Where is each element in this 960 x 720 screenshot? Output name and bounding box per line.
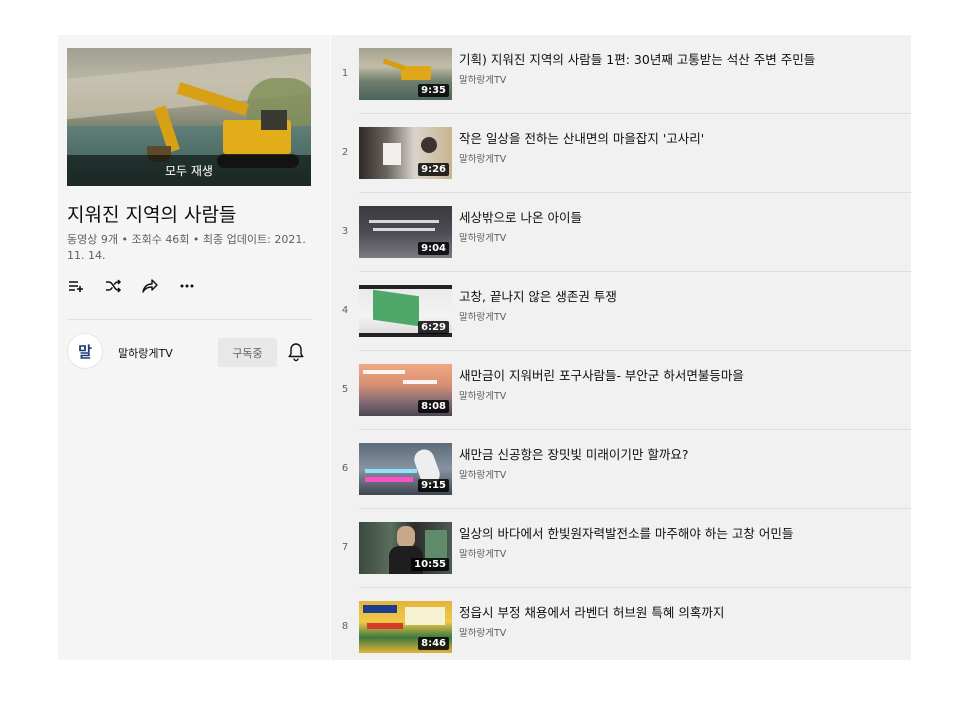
add-to-queue-icon[interactable] — [67, 277, 85, 295]
video-duration: 9:15 — [418, 479, 449, 492]
playlist-meta-line: 동영상 9개 • 조회수 46회 • 최종 업데이트: 2021. — [67, 233, 306, 246]
share-icon[interactable] — [141, 277, 159, 295]
subscribed-label: 구독중 — [232, 346, 263, 360]
video-title[interactable]: 작은 일상을 전하는 산내면의 마을잡지 '고사리' — [459, 128, 899, 147]
video-channel[interactable]: 말하랑게TV — [459, 309, 506, 323]
video-thumbnail[interactable]: 9:04 — [359, 206, 452, 258]
video-index: 7 — [341, 542, 349, 553]
video-index: 3 — [341, 226, 349, 237]
video-duration: 8:46 — [418, 637, 449, 650]
video-index: 1 — [341, 68, 349, 79]
video-index: 2 — [341, 147, 349, 158]
video-duration: 8:08 — [418, 400, 449, 413]
video-row[interactable]: 7 10:55 일상의 바다에서 한빛원자력발전소를 마주해야 하는 고창 어민… — [331, 509, 911, 588]
video-channel[interactable]: 말하랑게TV — [459, 151, 506, 165]
video-title[interactable]: 고창, 끝나지 않은 생존권 투쟁 — [459, 286, 899, 305]
video-index: 6 — [341, 463, 349, 474]
video-thumbnail[interactable]: 8:46 — [359, 601, 452, 653]
video-row[interactable]: 5 8:08 새만금이 지워버린 포구사람들- 부안군 하서면불등마을 말하랑게… — [331, 351, 911, 430]
video-channel[interactable]: 말하랑게TV — [459, 467, 506, 481]
video-row[interactable]: 4 6:29 고창, 끝나지 않은 생존권 투쟁 말하랑게TV — [331, 272, 911, 351]
video-title[interactable]: 기획) 지워진 지역의 사람들 1편: 30년째 고통받는 석산 주변 주민들 — [459, 49, 899, 68]
excavator-art — [261, 110, 287, 130]
video-thumbnail[interactable]: 9:35 — [359, 48, 452, 100]
divider — [67, 319, 312, 320]
video-thumbnail[interactable]: 10:55 — [359, 522, 452, 574]
video-channel[interactable]: 말하랑게TV — [459, 546, 506, 560]
video-thumbnail[interactable]: 9:15 — [359, 443, 452, 495]
video-title[interactable]: 정읍시 부정 채용에서 라벤더 허브원 특혜 의혹까지 — [459, 602, 899, 621]
video-row[interactable]: 2 9:26 작은 일상을 전하는 산내면의 마을잡지 '고사리' 말하랑게TV — [331, 114, 911, 193]
more-icon[interactable] — [178, 277, 196, 295]
playlist-meta-line: 11. 14. — [67, 249, 106, 262]
bell-icon[interactable] — [287, 342, 305, 362]
playlist-actions — [67, 277, 196, 295]
play-all-label: 모두 재생 — [165, 164, 213, 178]
video-channel[interactable]: 말하랑게TV — [459, 625, 506, 639]
video-row[interactable]: 6 9:15 새만금 신공항은 장밋빛 미래이기만 할까요? 말하랑게TV — [331, 430, 911, 509]
video-channel[interactable]: 말하랑게TV — [459, 388, 506, 402]
video-title[interactable]: 세상밖으로 나온 아이들 — [459, 207, 899, 226]
video-channel[interactable]: 말하랑게TV — [459, 230, 506, 244]
video-title[interactable]: 새만금 신공항은 장밋빛 미래이기만 할까요? — [459, 444, 899, 463]
shuffle-icon[interactable] — [104, 277, 122, 295]
video-row[interactable]: 3 9:04 세상밖으로 나온 아이들 말하랑게TV — [331, 193, 911, 272]
channel-avatar[interactable]: 말 — [67, 333, 103, 369]
video-title[interactable]: 일상의 바다에서 한빛원자력발전소를 마주해야 하는 고창 어민들 — [459, 523, 899, 542]
video-duration: 9:26 — [418, 163, 449, 176]
subscribed-button[interactable]: 구독중 — [218, 338, 277, 367]
video-thumbnail[interactable]: 8:08 — [359, 364, 452, 416]
video-row[interactable]: 1 9:35 기획) 지워진 지역의 사람들 1편: 30년째 고통받는 석산 … — [331, 35, 911, 114]
channel-avatar-text: 말 — [78, 342, 92, 361]
playlist-video-list: 1 9:35 기획) 지워진 지역의 사람들 1편: 30년째 고통받는 석산 … — [331, 35, 911, 660]
video-channel[interactable]: 말하랑게TV — [459, 72, 506, 86]
video-thumbnail[interactable]: 6:29 — [359, 285, 452, 337]
playlist-title: 지워진 지역의 사람들 — [67, 204, 237, 226]
video-index: 4 — [341, 305, 349, 316]
video-duration: 6:29 — [418, 321, 449, 334]
playlist-sidebar: 모두 재생 지워진 지역의 사람들 동영상 9개 • 조회수 46회 • 최종 … — [58, 35, 330, 660]
playlist-thumbnail[interactable]: 모두 재생 — [67, 48, 311, 186]
video-index: 8 — [341, 621, 349, 632]
video-thumbnail[interactable]: 9:26 — [359, 127, 452, 179]
play-all-button[interactable]: 모두 재생 — [67, 155, 311, 186]
video-duration: 9:04 — [418, 242, 449, 255]
video-row[interactable]: 8 8:46 정읍시 부정 채용에서 라벤더 허브원 특혜 의혹까지 말하랑게T… — [331, 588, 911, 660]
video-title[interactable]: 새만금이 지워버린 포구사람들- 부안군 하서면불등마을 — [459, 365, 899, 384]
video-duration: 9:35 — [418, 84, 449, 97]
channel-name[interactable]: 말하랑게TV — [118, 345, 173, 361]
playlist-meta: 동영상 9개 • 조회수 46회 • 최종 업데이트: 2021. 11. 14… — [67, 232, 317, 264]
video-index: 5 — [341, 384, 349, 395]
video-duration: 10:55 — [411, 558, 449, 571]
